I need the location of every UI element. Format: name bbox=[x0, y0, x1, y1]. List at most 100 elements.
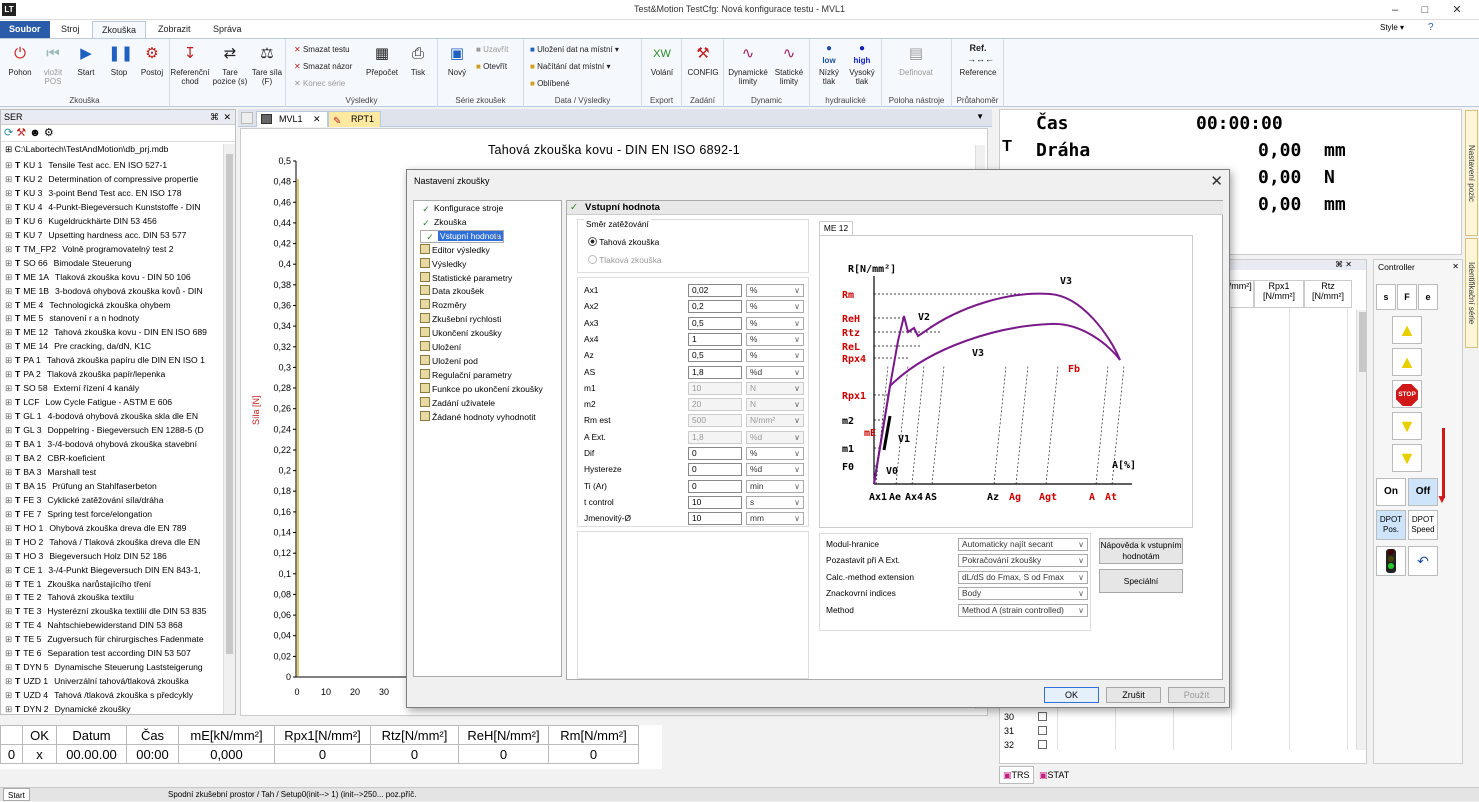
nav-item[interactable]: Ukončení zkoušky bbox=[420, 327, 502, 340]
param-unit-select[interactable]: % bbox=[746, 284, 804, 297]
config-button[interactable]: ⚒ CONFIG bbox=[684, 43, 722, 77]
dynamicke-limity-button[interactable]: ∿ Dynamické limity bbox=[726, 43, 770, 86]
nav-item[interactable]: Editor výsledky bbox=[420, 243, 490, 257]
expand-icon[interactable]: ⊞ bbox=[5, 451, 15, 465]
definovat-button[interactable]: ▤ Definovat bbox=[894, 43, 938, 77]
param-value-input[interactable]: 0,5 bbox=[688, 349, 742, 363]
param-value-input[interactable]: 0,02 bbox=[688, 284, 742, 297]
tab-menu-icon[interactable] bbox=[241, 112, 253, 124]
nacitani-dat-button[interactable]: ■ Načítání dat místní ▾ bbox=[530, 60, 610, 73]
series-item[interactable]: ⊞ T ME 12 Tahová zkouška kovu - DIN EN ISO … bbox=[5, 325, 223, 339]
option-select[interactable]: dL/dS do Fmax, S od Fmax bbox=[958, 570, 1088, 584]
panel-close-icon[interactable]: ✕ bbox=[223, 110, 231, 124]
series-item[interactable]: ⊞ T PA 2 Tlaková zkouška papír/lepenka bbox=[5, 367, 223, 381]
results-column-header[interactable] bbox=[0, 725, 23, 745]
traffic-light-button[interactable] bbox=[1376, 546, 1406, 576]
side-tab-identifikacni-serie[interactable]: Identifikační série bbox=[1465, 238, 1478, 348]
mode-e-button[interactable]: e bbox=[1418, 284, 1438, 310]
series-item[interactable]: ⊞ T KU 4 4-Punkt-Biegeversuch Kunststoffe -… bbox=[5, 200, 223, 214]
expand-icon[interactable]: ⊞ bbox=[5, 325, 15, 339]
ulozeni-dat-button[interactable]: ■ Uložení dat na místní ▾ bbox=[530, 43, 619, 56]
smazat-testu-button[interactable]: ✕ Smazat testu bbox=[294, 43, 350, 56]
results-column-header[interactable]: Datum bbox=[56, 725, 127, 745]
tab-zobrazit[interactable]: Zobrazit bbox=[149, 21, 200, 38]
series-item[interactable]: ⊞ T ME 5 stanovení r a n hodnoty bbox=[5, 311, 223, 325]
volani-button[interactable]: XW Volání bbox=[646, 43, 678, 77]
expand-icon[interactable]: ⊞ bbox=[5, 493, 15, 507]
expand-icon[interactable]: ⊞ bbox=[5, 409, 15, 423]
param-unit-select[interactable]: %d bbox=[746, 463, 804, 477]
expand-icon[interactable]: ⊞ bbox=[5, 465, 15, 479]
table-scrollbar[interactable] bbox=[1356, 310, 1366, 750]
series-item[interactable]: ⊞ T HO 3 Biegeversuch Holz DIN 52 186 bbox=[5, 549, 223, 563]
expand-icon[interactable]: ⊞ bbox=[5, 563, 15, 577]
series-item[interactable]: ⊞ T TE 6 Separation test according DIN 53 5… bbox=[5, 646, 223, 660]
param-value-input[interactable]: 10 bbox=[688, 381, 742, 395]
style-menu[interactable]: Style ▾ bbox=[1380, 23, 1404, 32]
expand-icon[interactable]: ⊞ bbox=[5, 186, 15, 200]
tabs-dropdown-icon[interactable]: ▼ bbox=[976, 112, 984, 121]
param-unit-select[interactable]: % bbox=[746, 332, 804, 346]
tab-stroj[interactable]: Stroj bbox=[52, 21, 89, 38]
on-button[interactable]: On bbox=[1376, 478, 1406, 506]
param-value-input[interactable]: 0 bbox=[688, 463, 742, 477]
series-item[interactable]: ⊞ T ME 4 Technologická zkouška ohybem bbox=[5, 298, 223, 312]
novy-button[interactable]: ▣ Nový bbox=[441, 43, 473, 77]
mode-s-button[interactable]: s bbox=[1376, 284, 1396, 310]
series-item[interactable]: ⊞ T KU 6 Kugeldruckhärte DIN 53 456 bbox=[5, 214, 223, 228]
nav-item[interactable]: Uložení pod bbox=[420, 354, 478, 368]
expand-icon[interactable]: ⊞ bbox=[5, 604, 15, 618]
tab-stat[interactable]: ▣STAT bbox=[1036, 767, 1072, 783]
mode-f-button[interactable]: F bbox=[1397, 284, 1417, 310]
param-unit-select[interactable]: %d bbox=[746, 365, 804, 379]
param-unit-select[interactable]: % bbox=[746, 447, 804, 460]
expand-icon[interactable]: ⊞ bbox=[5, 507, 15, 521]
staticke-limity-button[interactable]: ∿ Statické limity bbox=[770, 43, 808, 86]
results-column-header[interactable]: Čas bbox=[126, 725, 179, 745]
stop-sign-button[interactable]: STOP bbox=[1392, 380, 1422, 408]
tab-trs[interactable]: ▣TRS bbox=[999, 766, 1034, 784]
tools-icon[interactable]: ⚒ bbox=[16, 127, 26, 139]
expand-icon[interactable]: ⊞ bbox=[5, 242, 15, 256]
series-item[interactable]: ⊞ T TE 3 Hysterézní zkouška textilií dle DI… bbox=[5, 604, 223, 618]
maximize-button[interactable]: □ bbox=[1410, 1, 1440, 19]
param-unit-select[interactable]: s bbox=[746, 495, 804, 509]
smazat-nazor-button[interactable]: ✕ Smazat názor bbox=[294, 60, 352, 73]
expand-icon[interactable]: ⊞ bbox=[5, 228, 15, 242]
param-value-input[interactable]: 1,8 bbox=[688, 365, 742, 379]
up-arrow-icon[interactable]: ▲ bbox=[1392, 348, 1422, 376]
down-arrow-icon[interactable]: ▼ bbox=[1392, 412, 1422, 440]
series-item[interactable]: ⊞ T ME 1A Tlaková zkouška kovu - DIN 50 106 bbox=[5, 270, 223, 284]
nav-item[interactable]: Statistické parametry bbox=[420, 271, 512, 285]
expand-icon[interactable]: ⊞ bbox=[5, 702, 15, 716]
tab-close-icon[interactable]: ✕ bbox=[313, 114, 321, 124]
expand-icon[interactable]: ⊞ bbox=[5, 298, 15, 312]
series-item[interactable]: ⊞ T FE 3 Cyklické zatěžování síla/dráha bbox=[5, 493, 223, 507]
pin-icon[interactable]: ⌘ bbox=[210, 110, 219, 124]
param-value-input[interactable]: 20 bbox=[688, 398, 742, 412]
results-data-row[interactable]: 0 x 00.00.00 00:00 0,000 0 0 0 0 bbox=[0, 744, 639, 764]
undo-icon[interactable]: ↶ bbox=[1408, 546, 1438, 576]
people-icon[interactable]: ☻ bbox=[29, 127, 41, 139]
expand-icon[interactable]: ⊞ bbox=[5, 688, 15, 702]
option-select[interactable]: Pokračování zkoušky bbox=[958, 554, 1088, 568]
nav-item[interactable]: Regulační parametry bbox=[420, 368, 512, 382]
param-unit-select[interactable]: mm bbox=[746, 512, 804, 526]
fast-down-arrow-icon[interactable]: ▼ bbox=[1392, 444, 1422, 472]
help-icon[interactable]: ? bbox=[1428, 22, 1434, 33]
param-unit-select[interactable]: % bbox=[746, 300, 804, 314]
expand-icon[interactable]: ⊞ bbox=[5, 479, 15, 493]
nav-item[interactable]: Uložení bbox=[420, 341, 461, 354]
panel-close-icon[interactable]: ✕ bbox=[1345, 260, 1352, 269]
vlozit-pos-button[interactable]: ⏮ vložit POS bbox=[37, 43, 69, 86]
referencni-chod-button[interactable]: ↧ Referenční chod bbox=[170, 43, 210, 86]
vysoky-tlak-button[interactable]: ● high Vysoký tlak bbox=[846, 43, 878, 86]
series-item[interactable]: ⊞ T BA 3 Marshall test bbox=[5, 465, 223, 479]
param-unit-select[interactable]: N bbox=[746, 381, 804, 395]
start-button[interactable]: ▶ Start bbox=[70, 43, 102, 77]
expand-icon[interactable]: ⊞ bbox=[5, 437, 15, 451]
nav-item[interactable]: Data zkoušek bbox=[420, 285, 484, 298]
dpot-pos-button[interactable]: DPOT Pos. bbox=[1376, 510, 1406, 540]
start-button-status[interactable]: Start bbox=[3, 788, 30, 801]
series-item[interactable]: ⊞ T UZD 1 Univerzální tahová/tlaková zkoušk… bbox=[5, 674, 223, 688]
